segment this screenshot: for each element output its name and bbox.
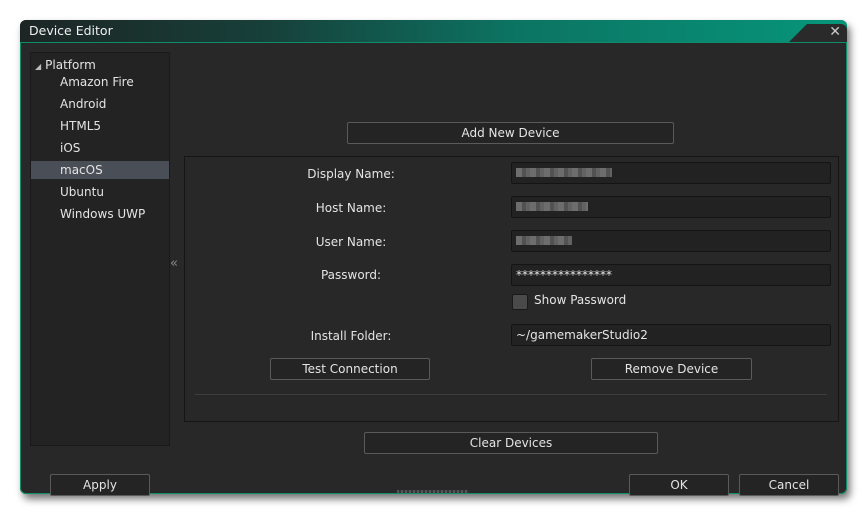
- remove-device-button[interactable]: Remove Device: [591, 358, 752, 380]
- cancel-button[interactable]: Cancel: [739, 474, 839, 496]
- close-icon[interactable]: ✕: [829, 24, 841, 40]
- password-input[interactable]: ****************: [511, 264, 831, 286]
- ok-button[interactable]: OK: [629, 474, 729, 496]
- tree-root-label: Platform: [45, 58, 96, 72]
- divider: [195, 394, 827, 395]
- display-name-label: Display Name:: [307, 167, 395, 181]
- close-tab: ✕: [789, 24, 847, 42]
- tree-item-ubuntu[interactable]: Ubuntu: [31, 183, 169, 201]
- install-folder-label: Install Folder:: [310, 329, 392, 343]
- host-name-label: Host Name:: [315, 201, 387, 215]
- tree-item-windows-uwp[interactable]: Windows UWP: [31, 205, 169, 223]
- user-name-input[interactable]: [511, 230, 831, 252]
- host-name-input[interactable]: [511, 196, 831, 218]
- tree-item-amazon-fire[interactable]: Amazon Fire: [31, 73, 169, 91]
- window-title: Device Editor: [29, 23, 113, 38]
- redacted-value: [516, 168, 612, 177]
- dialog-body: ◢ Platform Amazon Fire Android HTML5 iOS …: [20, 42, 847, 496]
- clear-devices-button[interactable]: Clear Devices: [364, 432, 658, 454]
- user-name-label: User Name:: [315, 235, 387, 249]
- tree-item-ios[interactable]: iOS: [31, 139, 169, 157]
- collapse-chevron-icon[interactable]: «: [170, 256, 178, 271]
- display-name-input[interactable]: [511, 162, 831, 184]
- add-new-device-button[interactable]: Add New Device: [347, 122, 674, 144]
- resize-grip[interactable]: [397, 490, 469, 493]
- install-folder-input[interactable]: ~/gamemakerStudio2: [511, 324, 831, 346]
- device-settings-panel: Display Name: Host Name: User Name: Pass…: [184, 156, 839, 422]
- show-password-label[interactable]: Show Password: [534, 293, 626, 307]
- tree-item-macos[interactable]: macOS: [31, 161, 169, 179]
- title-bar[interactable]: Device Editor ✕: [20, 20, 847, 42]
- test-connection-button[interactable]: Test Connection: [270, 358, 430, 380]
- tree-root-platform[interactable]: ◢ Platform: [35, 55, 96, 75]
- platform-tree: ◢ Platform Amazon Fire Android HTML5 iOS …: [30, 52, 170, 446]
- password-label: Password:: [320, 268, 382, 282]
- tree-item-html5[interactable]: HTML5: [31, 117, 169, 135]
- device-editor-window: Device Editor ✕ ◢ Platform Amazon Fire An…: [20, 20, 847, 496]
- tree-item-android[interactable]: Android: [31, 95, 169, 113]
- show-password-checkbox[interactable]: [512, 294, 528, 310]
- redacted-value: [516, 236, 572, 245]
- redacted-value: [516, 202, 588, 211]
- apply-button[interactable]: Apply: [50, 474, 150, 496]
